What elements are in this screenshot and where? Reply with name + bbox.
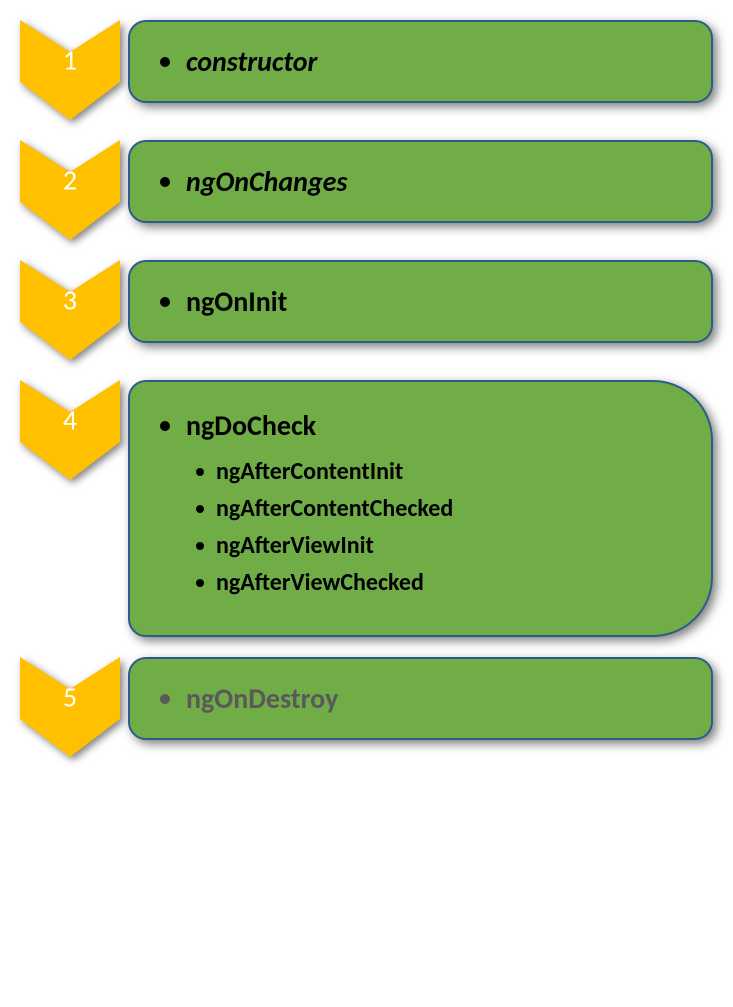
step-label: ngOnInit	[186, 284, 287, 319]
chevron-icon: 1	[20, 20, 120, 120]
step-number: 4	[63, 403, 77, 438]
step-row: 4ngDoCheckngAfterContentInitngAfterConte…	[20, 380, 713, 637]
step-label-line: ngOnInit	[160, 284, 681, 319]
sub-label: ngAfterViewInit	[216, 531, 374, 560]
step-number: 1	[63, 43, 77, 78]
step-row: 3 ngOnInit	[20, 260, 713, 360]
bullet-icon	[160, 57, 170, 67]
bullet-icon	[196, 468, 204, 476]
sub-label: ngAfterContentChecked	[216, 494, 453, 523]
step-number: 5	[63, 680, 77, 715]
bullet-icon	[196, 542, 204, 550]
step-number: 3	[63, 283, 77, 318]
step-card: ngOnInit	[128, 260, 713, 343]
step-card: ngOnChanges	[128, 140, 713, 223]
step-row: 1 constructor	[20, 20, 713, 120]
step-card: ngOnDestroy	[128, 657, 713, 740]
chevron-icon: 4	[20, 380, 120, 480]
step-label-line: constructor	[160, 44, 681, 79]
chevron-icon: 5	[20, 657, 120, 757]
step-card: constructor	[128, 20, 713, 103]
step-label-line: ngOnDestroy	[160, 681, 681, 716]
step-number: 2	[63, 163, 77, 198]
bullet-icon	[160, 421, 170, 431]
bullet-icon	[196, 505, 204, 513]
sub-label: ngAfterContentInit	[216, 457, 403, 486]
sub-item: ngAfterViewChecked	[196, 568, 681, 597]
chevron-icon: 2	[20, 140, 120, 240]
step-label-line: ngOnChanges	[160, 164, 681, 199]
step-row: 5 ngOnDestroy	[20, 657, 713, 757]
bullet-icon	[160, 694, 170, 704]
step-label: ngOnDestroy	[186, 681, 338, 716]
sub-list: ngAfterContentInit ngAfterContentChecked n…	[196, 457, 681, 597]
sub-item: ngAfterContentInit	[196, 457, 681, 486]
sub-item: ngAfterContentChecked	[196, 494, 681, 523]
step-label-line: ngDoCheck	[160, 408, 681, 443]
bullet-icon	[196, 579, 204, 587]
bullet-icon	[160, 297, 170, 307]
step-row: 2 ngOnChanges	[20, 140, 713, 240]
step-label: constructor	[186, 44, 317, 79]
chevron-icon: 3	[20, 260, 120, 360]
bullet-icon	[160, 177, 170, 187]
sub-item: ngAfterViewInit	[196, 531, 681, 560]
step-label: ngDoCheck	[186, 408, 316, 443]
step-label: ngOnChanges	[186, 164, 347, 199]
sub-label: ngAfterViewChecked	[216, 568, 424, 597]
step-card: ngDoCheckngAfterContentInitngAfterConten…	[128, 380, 713, 637]
